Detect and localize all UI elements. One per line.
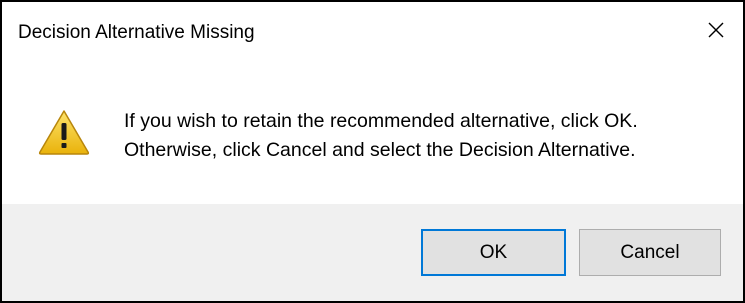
close-icon	[708, 22, 724, 38]
message-dialog: Decision Alternative Missing If you wish…	[0, 0, 745, 303]
dialog-content: If you wish to retain the recommended al…	[2, 64, 743, 204]
button-bar: OK Cancel	[2, 204, 743, 301]
dialog-title: Decision Alternative Missing	[18, 22, 255, 43]
cancel-button[interactable]: Cancel	[579, 229, 721, 276]
message-line: If you wish to retain the recommended al…	[124, 110, 638, 132]
title-bar: Decision Alternative Missing	[2, 2, 743, 64]
dialog-message: If you wish to retain the recommended al…	[124, 107, 638, 165]
message-line: Otherwise, click Cancel and select the D…	[124, 139, 636, 161]
ok-button[interactable]: OK	[421, 229, 566, 276]
warning-icon	[38, 110, 90, 155]
close-button[interactable]	[689, 6, 743, 54]
